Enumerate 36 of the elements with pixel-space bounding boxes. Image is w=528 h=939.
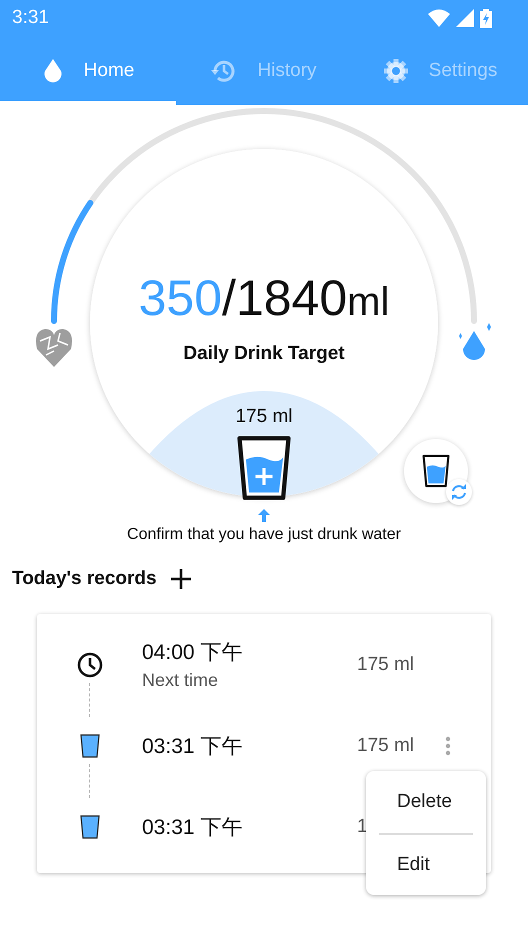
record-amount: 175 ml <box>357 654 416 676</box>
up-arrow-icon <box>258 509 270 522</box>
glass-icon <box>422 454 450 488</box>
add-icon[interactable] <box>170 569 191 589</box>
history-icon <box>211 58 238 84</box>
battery-icon <box>480 8 492 28</box>
records-title: Today's records <box>12 568 157 590</box>
status-time: 3:31 <box>12 7 49 29</box>
cup-icon <box>80 814 100 838</box>
signal-icon <box>456 9 474 27</box>
menu-item[interactable]: Edit <box>379 833 473 895</box>
record-amount: 175 ml <box>357 734 416 756</box>
intake-reading: 350/1840ml <box>138 269 390 327</box>
clock-icon <box>76 652 102 678</box>
record-subtitle: Next time <box>142 670 220 691</box>
nav-tab[interactable]: History <box>176 36 352 105</box>
add-water-glass-icon <box>236 435 292 501</box>
record-time: 03:31 下午 <box>142 814 244 840</box>
record-time: 04:00 下午 <box>142 640 244 666</box>
cup-amount: 175 ml <box>235 406 293 428</box>
nav-tab[interactable]: Home <box>0 36 176 105</box>
add-drink-button[interactable] <box>236 435 292 501</box>
record-time: 03:31 下午 <box>142 734 244 760</box>
gauge-caption: Daily Drink Target <box>183 343 345 365</box>
confirm-hint: Confirm that you have just drunk water <box>127 526 401 544</box>
refresh-icon <box>446 479 472 505</box>
wifi-icon <box>428 9 450 27</box>
record-amount: 1 <box>357 816 369 838</box>
water-drop-icon <box>459 323 491 360</box>
nav-tab[interactable]: Settings <box>352 36 528 105</box>
more-vertical-icon <box>445 736 451 756</box>
water-drop-icon <box>42 58 64 84</box>
cup-icon <box>80 734 100 758</box>
settings-icon <box>382 58 409 84</box>
menu-item[interactable]: Delete <box>379 771 473 833</box>
cracked-heart-icon <box>36 329 72 367</box>
